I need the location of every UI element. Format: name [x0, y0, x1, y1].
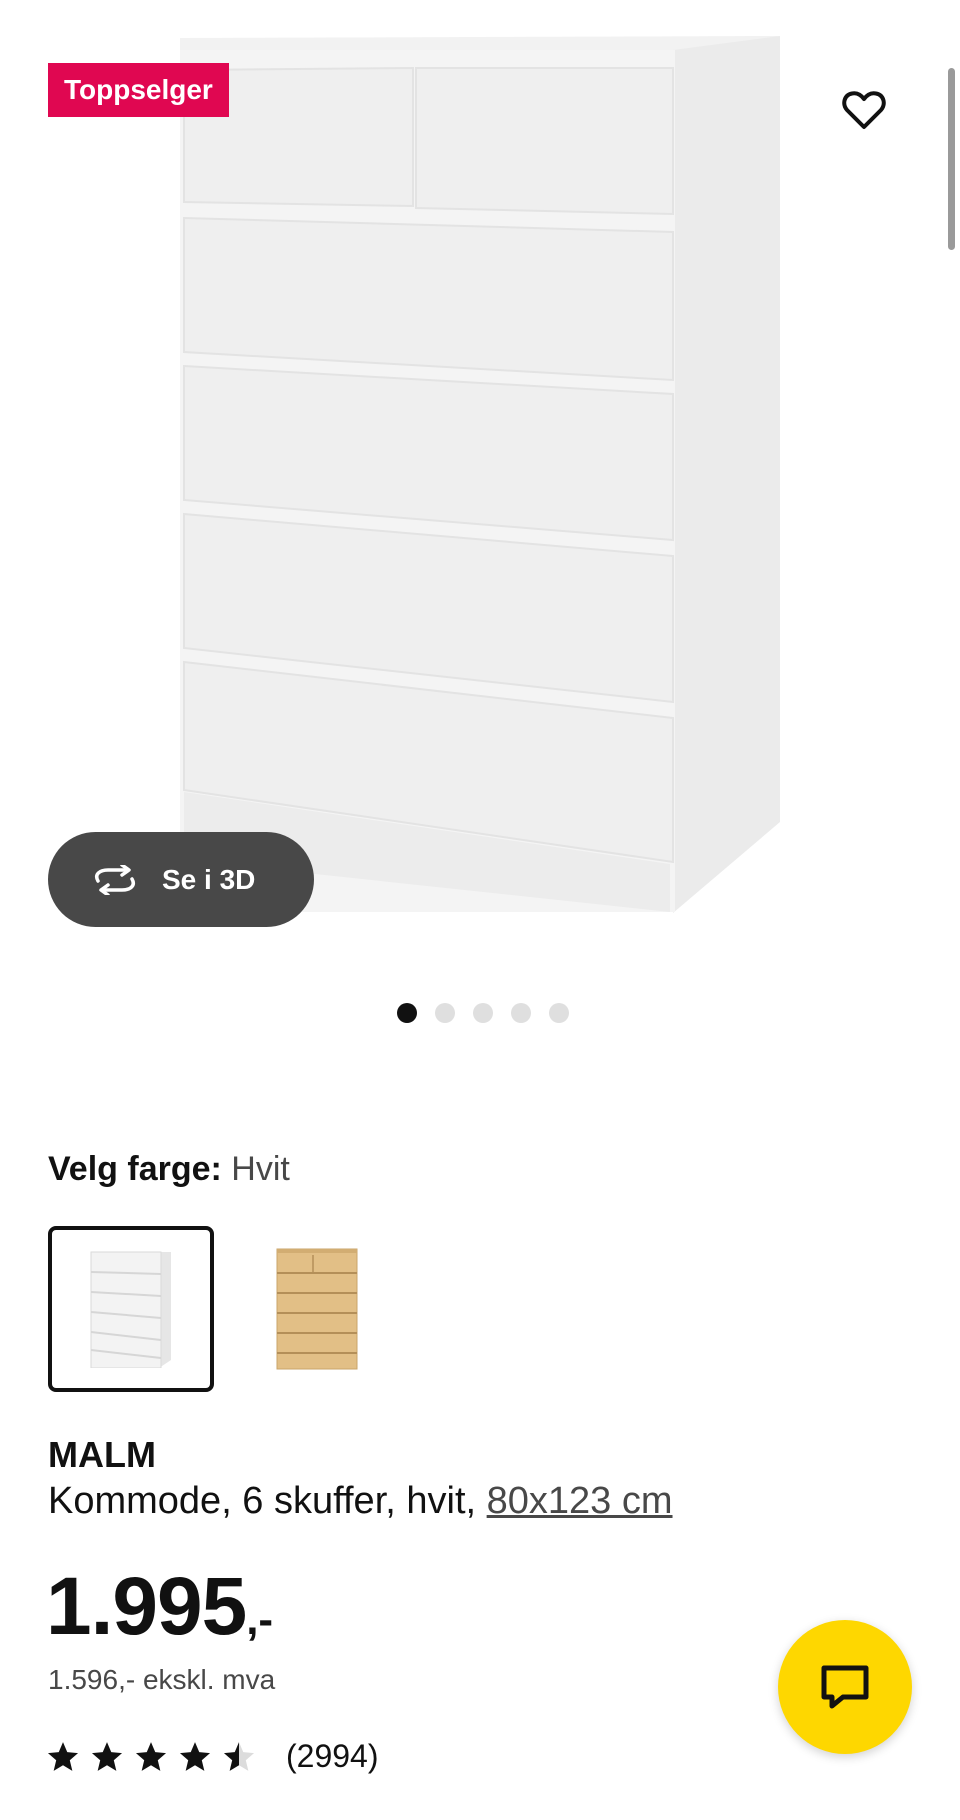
product-price: 1.995 ,-: [46, 1560, 273, 1654]
star-icon: [91, 1741, 123, 1771]
star-icon: [135, 1741, 167, 1771]
price-suffix: ,-: [246, 1595, 274, 1644]
view-3d-label: Se i 3D: [162, 863, 256, 895]
color-swatches: [48, 1226, 400, 1392]
swatch-white[interactable]: [48, 1226, 214, 1392]
review-count[interactable]: (2994): [286, 1738, 379, 1775]
heart-icon: [842, 91, 886, 129]
price-integer: 1.995: [46, 1561, 247, 1652]
color-label-text: Velg farge:: [48, 1150, 222, 1188]
price-ex-vat: 1.596,- ekskl. mva: [48, 1664, 276, 1695]
rotate-3d-icon: [95, 864, 135, 895]
rating-stars: [46, 1740, 256, 1774]
carousel-dot[interactable]: [549, 1003, 569, 1023]
product-gallery[interactable]: Toppselger Se i 3D: [0, 0, 960, 1060]
product-name: MALM: [48, 1434, 156, 1475]
product-rating[interactable]: (2994): [46, 1738, 379, 1775]
carousel-dot[interactable]: [511, 1003, 531, 1023]
white-dresser-thumbnail: [90, 1251, 171, 1368]
star-icon: [179, 1741, 211, 1771]
product-description-text: Kommode, 6 skuffer, hvit,: [48, 1480, 477, 1522]
oak-dresser-thumbnail: [276, 1248, 358, 1370]
chat-bubble-icon: [821, 1665, 869, 1709]
color-selector-label: Velg farge: Hvit: [48, 1150, 290, 1189]
bestseller-badge: Toppselger: [48, 63, 229, 117]
product-description: Kommode, 6 skuffer, hvit, 80x123 cm: [48, 1480, 673, 1523]
product-dimensions-link[interactable]: 80x123 cm: [487, 1480, 673, 1522]
color-value: Hvit: [231, 1150, 290, 1188]
carousel-dots: [0, 1003, 960, 1023]
star-icon: [47, 1741, 79, 1771]
chat-button[interactable]: [778, 1620, 912, 1754]
view-3d-button[interactable]: Se i 3D: [48, 832, 314, 927]
carousel-dot[interactable]: [397, 1003, 417, 1023]
favorite-button[interactable]: [836, 82, 892, 138]
carousel-dot[interactable]: [435, 1003, 455, 1023]
half-star-icon: [223, 1741, 255, 1771]
swatch-oak[interactable]: [234, 1226, 400, 1392]
scrollbar-thumb[interactable]: [948, 68, 955, 250]
carousel-dot[interactable]: [473, 1003, 493, 1023]
